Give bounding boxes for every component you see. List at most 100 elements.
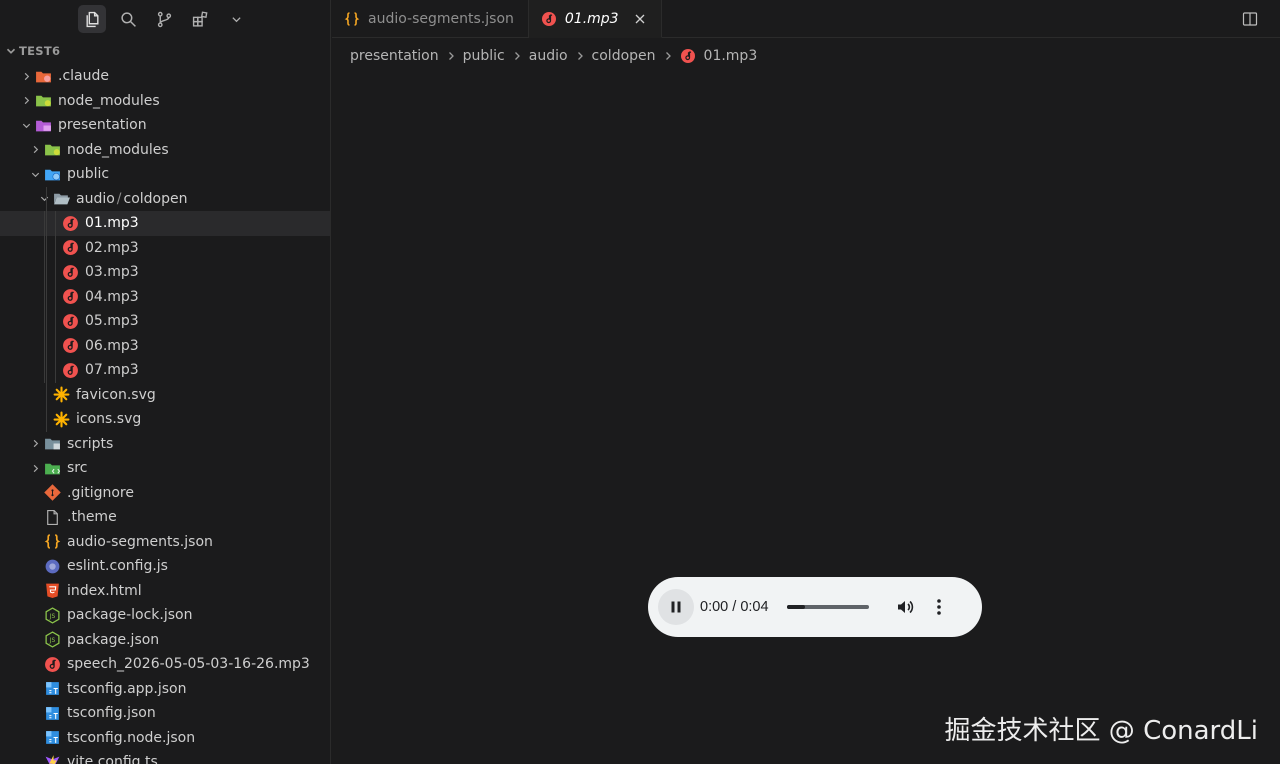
split-editor-icon[interactable] <box>1242 11 1258 27</box>
folder-scripts[interactable]: scripts <box>0 432 330 457</box>
indent-guide <box>55 309 56 334</box>
audio-file-icon <box>541 11 557 27</box>
folder-node-modules[interactable]: node_modules <box>0 89 330 114</box>
tree-item-label: audio <box>76 190 115 207</box>
breadcrumb: presentation public audio coldopen 01.mp… <box>350 44 757 68</box>
folder-audio[interactable]: audio / coldopen <box>0 186 330 211</box>
file-01-mp3[interactable]: 01.mp3 <box>0 211 330 236</box>
text-file-icon <box>43 508 61 526</box>
volume-button[interactable] <box>895 597 915 617</box>
file-06-mp3[interactable]: 06.mp3 <box>0 333 330 358</box>
tree-item-label: coldopen <box>123 190 188 207</box>
file-03-mp3[interactable]: 03.mp3 <box>0 260 330 285</box>
file-favicon-svg[interactable]: favicon.svg <box>0 382 330 407</box>
chevron-down-icon[interactable] <box>36 191 52 207</box>
file-index-html[interactable]: index.html <box>0 579 330 604</box>
workspace-header[interactable]: TEST6 <box>0 38 330 64</box>
indent-guide <box>46 407 47 432</box>
folder-claude[interactable]: .claude <box>0 64 330 89</box>
eslint-file-icon <box>43 557 61 575</box>
svg-file-icon <box>52 410 70 428</box>
search-view-button[interactable] <box>114 5 142 33</box>
indent-guide <box>46 186 47 211</box>
tree-item-label: presentation <box>58 117 147 134</box>
file-package-json[interactable]: JS package.json <box>0 628 330 653</box>
tree-item-label: favicon.svg <box>76 386 156 403</box>
tree-item-label: 01.mp3 <box>85 215 139 232</box>
file-07-mp3[interactable]: 07.mp3 <box>0 358 330 383</box>
chevron-down-icon[interactable] <box>27 166 43 182</box>
indent-guide <box>46 333 47 358</box>
src-folder-icon <box>43 459 61 477</box>
more-options-button[interactable] <box>931 597 947 617</box>
file-gitignore[interactable]: .gitignore <box>0 481 330 506</box>
node-folder-icon <box>34 92 52 110</box>
audio-player: 0:00 / 0:04 <box>648 577 982 637</box>
html-file-icon <box>43 582 61 600</box>
tsconfig-file-icon <box>43 704 61 722</box>
chevron-right-icon[interactable] <box>18 93 34 109</box>
file-05-mp3[interactable]: 05.mp3 <box>0 309 330 334</box>
open-folder-icon <box>52 190 70 208</box>
file-theme[interactable]: .theme <box>0 505 330 530</box>
file-icons-svg[interactable]: icons.svg <box>0 407 330 432</box>
breadcrumb-item[interactable]: coldopen <box>592 48 656 64</box>
svg-text:JS: JS <box>48 638 55 644</box>
tree-item-label: package-lock.json <box>67 607 193 624</box>
tree-item-label: .theme <box>67 509 117 526</box>
file-02-mp3[interactable]: 02.mp3 <box>0 235 330 260</box>
explorer-view-button[interactable] <box>78 5 106 33</box>
vite-file-icon <box>43 753 61 764</box>
seek-slider[interactable] <box>786 605 869 609</box>
indent-guide <box>55 284 56 309</box>
file-eslint-config-js[interactable]: eslint.config.js <box>0 554 330 579</box>
file-04-mp3[interactable]: 04.mp3 <box>0 284 330 309</box>
tree-item-label: tsconfig.json <box>67 705 156 722</box>
chevron-down-icon <box>231 16 241 22</box>
file-speech-2026-05-05-03-16-26-mp3[interactable]: speech_2026-05-05-03-16-26.mp3 <box>0 652 330 677</box>
source-control-view-button[interactable] <box>150 5 178 33</box>
close-icon[interactable] <box>633 12 647 26</box>
indent-guide <box>55 333 56 358</box>
file-tsconfig-json[interactable]: tsconfig.json <box>0 701 330 726</box>
breadcrumb-item[interactable]: public <box>463 48 505 64</box>
tab-01-mp3[interactable]: 01.mp3 <box>528 0 662 38</box>
indent-guide <box>46 284 47 309</box>
chevron-right-icon[interactable] <box>27 142 43 158</box>
extensions-view-button[interactable] <box>186 5 214 33</box>
seek-progress <box>786 605 805 609</box>
audio-file-icon <box>61 214 79 232</box>
folder-node-modules[interactable]: node_modules <box>0 138 330 163</box>
chevron-right-icon[interactable] <box>18 68 34 84</box>
file-tsconfig-node-json[interactable]: tsconfig.node.json <box>0 726 330 751</box>
breadcrumb-item[interactable]: presentation <box>350 48 439 64</box>
chevron-right-icon[interactable] <box>27 460 43 476</box>
chevron-down-icon[interactable] <box>18 117 34 133</box>
chevron-right-icon[interactable] <box>27 436 43 452</box>
pause-button[interactable] <box>658 589 694 625</box>
node-file-icon: JS <box>43 606 61 624</box>
tab-audio-segments-json[interactable]: audio-segments.json <box>332 0 529 38</box>
file-package-lock-json[interactable]: JS package-lock.json <box>0 603 330 628</box>
file-tsconfig-app-json[interactable]: tsconfig.app.json <box>0 677 330 702</box>
tree-item-label: .gitignore <box>67 484 134 501</box>
file-vite-config-ts[interactable]: vite.config.ts <box>0 750 330 764</box>
indent-guide <box>46 211 47 236</box>
more-views-button[interactable] <box>222 5 250 33</box>
breadcrumb-item[interactable]: 01.mp3 <box>704 48 758 64</box>
tree-item-label: icons.svg <box>76 411 142 428</box>
folder-src[interactable]: src <box>0 456 330 481</box>
file-audio-segments-json[interactable]: audio-segments.json <box>0 530 330 555</box>
folder-public[interactable]: public <box>0 162 330 187</box>
folder-presentation[interactable]: presentation <box>0 113 330 138</box>
breadcrumb-item[interactable]: audio <box>529 48 568 64</box>
